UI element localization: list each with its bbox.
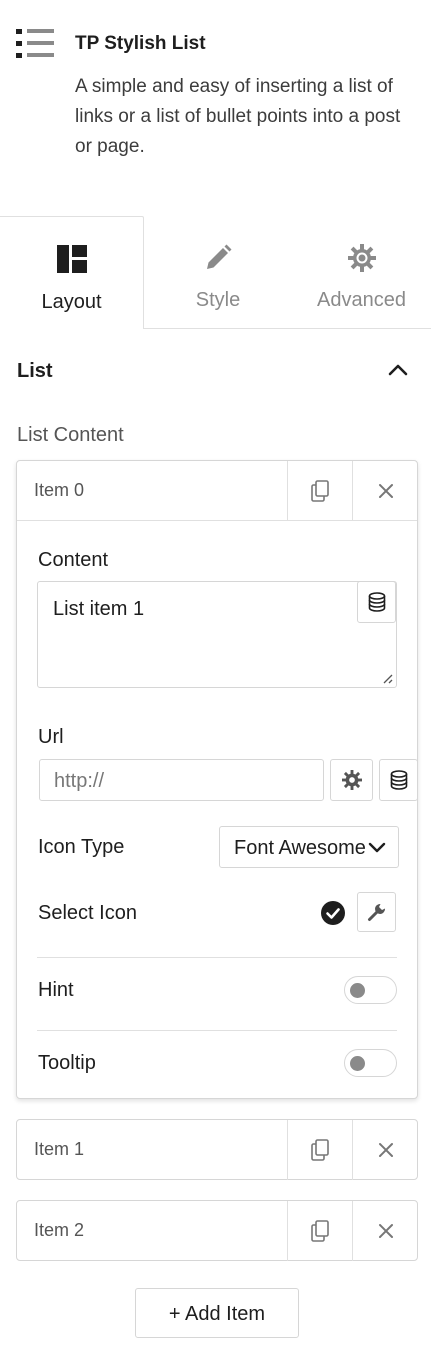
- widget-title: TP Stylish List: [75, 33, 206, 54]
- repeater-item: Item 1: [16, 1119, 418, 1180]
- close-icon: [378, 484, 393, 498]
- database-icon: [368, 592, 385, 612]
- toggle-knob: [350, 983, 365, 998]
- icon-type-select[interactable]: Font Awesome: [219, 826, 399, 868]
- tooltip-label: Tooltip: [38, 1052, 96, 1074]
- list-content-label: List Content: [17, 424, 124, 446]
- url-input[interactable]: http://: [39, 759, 324, 801]
- database-icon: [390, 770, 407, 790]
- repeater-item: Item 2: [16, 1200, 418, 1261]
- add-item-button[interactable]: + Add Item: [135, 1288, 299, 1338]
- tab-advanced[interactable]: Advanced: [292, 216, 431, 329]
- tab-layout[interactable]: Layout: [0, 216, 144, 329]
- content-label: Content: [38, 549, 109, 571]
- duplicate-button[interactable]: [287, 461, 352, 521]
- repeater-item-header[interactable]: Item 1: [17, 1120, 417, 1180]
- content-value: List item 1: [53, 598, 145, 620]
- url-options-button[interactable]: [330, 759, 373, 801]
- repeater-item-title: Item 0: [34, 480, 85, 500]
- close-icon: [378, 1224, 393, 1238]
- content-textarea[interactable]: List item 1: [37, 581, 397, 688]
- repeater-item-title: Item 2: [34, 1220, 85, 1240]
- repeater-item-header[interactable]: Item 2: [17, 1201, 417, 1261]
- url-label: Url: [38, 726, 64, 748]
- widget-description: A simple and easy of inserting a list of…: [75, 76, 401, 157]
- tab-layout-label: Layout: [41, 291, 102, 313]
- content-dynamic-button[interactable]: [357, 581, 396, 623]
- chevron-down-icon: [368, 842, 386, 854]
- url-placeholder: http://: [54, 770, 105, 792]
- divider: [37, 957, 397, 958]
- copy-icon: [311, 480, 329, 502]
- duplicate-button[interactable]: [287, 1201, 352, 1261]
- tab-style-label: Style: [195, 289, 241, 311]
- gear-icon: [341, 770, 362, 790]
- panel-tabs: Layout Style Advanced: [0, 216, 431, 329]
- close-icon: [378, 1143, 393, 1157]
- hint-toggle[interactable]: [344, 976, 397, 1004]
- layout-icon: [56, 245, 87, 273]
- copy-icon: [311, 1220, 329, 1242]
- repeater-item-title: Item 1: [34, 1139, 85, 1159]
- icon-picker-button[interactable]: [357, 892, 396, 932]
- hint-label: Hint: [38, 979, 74, 1001]
- gear-icon: [347, 244, 376, 272]
- icon-type-label: Icon Type: [38, 836, 125, 858]
- remove-button[interactable]: [352, 1120, 418, 1180]
- select-icon-label: Select Icon: [38, 902, 137, 924]
- repeater-item: Item 0 Content List item 1 Url http:// I…: [16, 460, 418, 1099]
- tab-advanced-label: Advanced: [317, 289, 406, 311]
- resize-handle-icon[interactable]: [381, 672, 393, 684]
- chevron-up-icon[interactable]: [386, 360, 410, 380]
- wrench-icon: [367, 903, 385, 921]
- copy-icon: [311, 1139, 329, 1161]
- repeater-item-header[interactable]: Item 0: [17, 461, 417, 521]
- url-dynamic-button[interactable]: [379, 759, 418, 801]
- pencil-icon: [207, 244, 232, 269]
- tab-style[interactable]: Style: [144, 216, 292, 329]
- add-item-label: + Add Item: [168, 1303, 266, 1325]
- divider: [37, 1030, 397, 1031]
- icon-type-value: Font Awesome: [234, 837, 366, 859]
- remove-button[interactable]: [352, 1201, 418, 1261]
- list-icon: [16, 29, 54, 58]
- remove-button[interactable]: [352, 461, 418, 521]
- section-title-list[interactable]: List: [17, 360, 53, 383]
- toggle-knob: [350, 1056, 365, 1071]
- check-circle-icon: [321, 901, 345, 925]
- duplicate-button[interactable]: [287, 1120, 352, 1180]
- tooltip-toggle[interactable]: [344, 1049, 397, 1077]
